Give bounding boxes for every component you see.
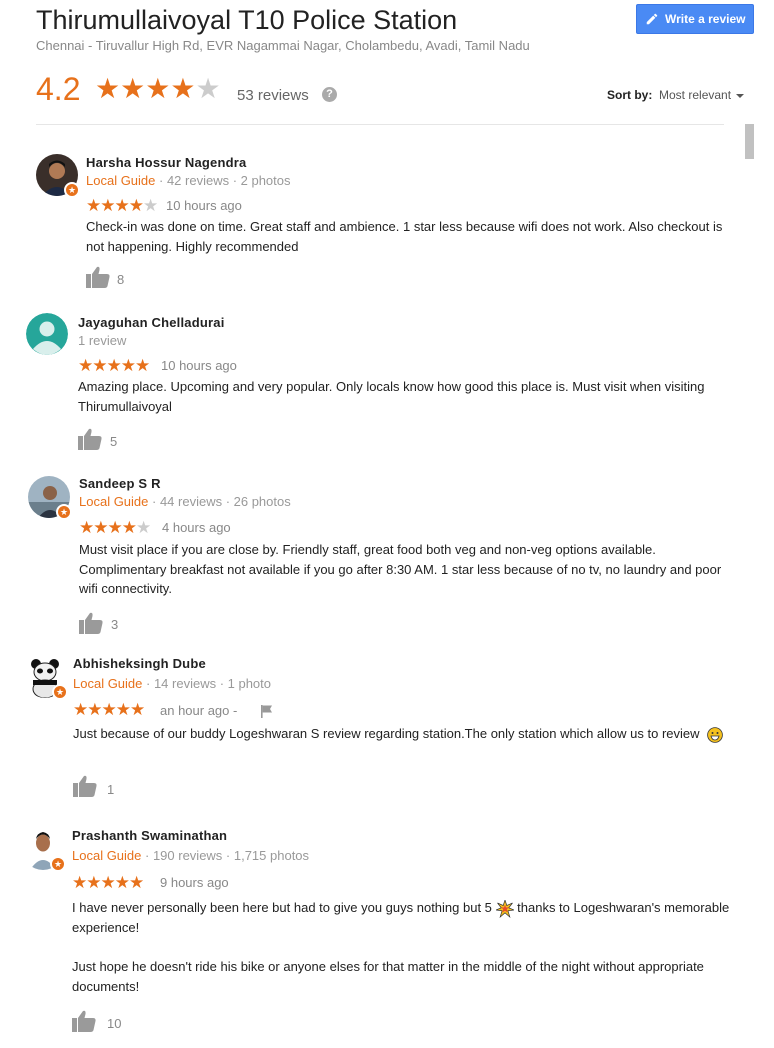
review-time: 9 hours ago xyxy=(160,875,229,890)
star-icon: ★★★★ xyxy=(86,196,144,215)
reviewer-stats: · 14 reviews · 1 photo xyxy=(142,676,272,691)
sort-by-label: Sort by: xyxy=(607,88,653,102)
review-stars: ★★★★★ xyxy=(79,518,151,537)
review-text: Just because of our buddy Logeshwaran S … xyxy=(73,724,763,744)
reviewer-stats: · 190 reviews · 1,715 photos xyxy=(141,848,310,863)
avatar[interactable]: ★ xyxy=(36,154,80,198)
star-icon: ★★★★★ xyxy=(78,356,150,375)
reviewer-name[interactable]: Prashanth Swaminathan xyxy=(72,828,227,843)
review-time: 10 hours ago xyxy=(166,198,242,213)
scrollbar-thumb[interactable] xyxy=(745,124,754,159)
local-guide-badge-icon: ★ xyxy=(50,856,66,872)
local-guide-label[interactable]: Local Guide xyxy=(72,848,141,863)
reviews-count[interactable]: 53 reviews xyxy=(237,87,309,104)
write-review-button[interactable]: Write a review xyxy=(636,4,754,34)
reviewer-meta: Local Guide · 42 reviews · 2 photos xyxy=(86,173,291,188)
local-guide-label[interactable]: Local Guide xyxy=(73,676,142,691)
review-paragraph: Just hope he doesn't ride his bike or an… xyxy=(72,959,704,994)
thumbs-up-icon[interactable] xyxy=(78,428,102,450)
star-icon: ★ xyxy=(195,73,221,104)
avatar[interactable]: ★ xyxy=(28,476,72,520)
review-text: I have never personally been here but ha… xyxy=(72,898,762,996)
grinning-emoji-icon xyxy=(706,726,723,743)
place-title: Thirumullaivoyal T10 Police Station xyxy=(36,5,458,35)
like-count: 5 xyxy=(110,434,118,449)
like-count: 3 xyxy=(111,617,119,632)
caret-down-icon xyxy=(736,93,745,98)
flag-icon[interactable] xyxy=(260,704,274,718)
review-paragraph: Amazing place. Upcoming and very popular… xyxy=(78,379,705,414)
avatar[interactable]: ★ xyxy=(24,656,68,700)
reviewer-name[interactable]: Jayaguhan Chelladurai xyxy=(78,315,225,330)
local-guide-badge-icon: ★ xyxy=(56,504,72,520)
thumbs-up-icon[interactable] xyxy=(86,266,110,288)
local-guide-badge-icon: ★ xyxy=(64,182,80,198)
star-icon: ★★★★ xyxy=(79,518,137,537)
review-paragraph: Just because of our buddy Logeshwaran S … xyxy=(73,724,763,744)
star-icon: ★ xyxy=(145,73,171,104)
reviewer-meta: Local Guide · 190 reviews · 1,715 photos xyxy=(72,848,309,863)
avatar[interactable]: ★ xyxy=(22,828,66,872)
default-person-icon xyxy=(26,313,68,355)
rating-stars: ★★★★★ xyxy=(95,74,221,104)
review-time-suffix: - xyxy=(229,703,238,718)
help-icon[interactable]: ? xyxy=(322,87,337,102)
sort-by-value: Most relevant xyxy=(659,88,732,102)
review-paragraph: Check-in was done on time. Great staff a… xyxy=(86,219,723,254)
star-icon: ★ xyxy=(142,196,158,215)
review-stars: ★★★★★ xyxy=(86,196,158,215)
avatar[interactable] xyxy=(26,313,68,355)
pencil-icon xyxy=(646,13,658,25)
reviewer-stats: · 42 reviews · 2 photos xyxy=(155,173,291,188)
reviewer-meta: Local Guide · 44 reviews · 26 photos xyxy=(79,494,291,509)
star-icon: ★★★★★ xyxy=(73,700,145,719)
review-time: 10 hours ago xyxy=(161,358,237,373)
local-guide-badge-icon: ★ xyxy=(52,684,68,700)
review-text: Check-in was done on time. Great staff a… xyxy=(86,217,726,256)
review-paragraph: Must visit place if you are close by. Fr… xyxy=(79,542,722,596)
sort-by-dropdown[interactable]: Sort by: Most relevant xyxy=(607,88,745,102)
review-time-text: an hour ago xyxy=(160,703,230,718)
like-count: 8 xyxy=(117,272,125,287)
thumbs-up-icon[interactable] xyxy=(79,612,103,634)
reviewer-stats: · 44 reviews · 26 photos xyxy=(148,494,291,509)
reviewer-name[interactable]: Abhisheksingh Dube xyxy=(73,656,206,671)
review-text: Amazing place. Upcoming and very popular… xyxy=(78,377,738,416)
place-address: Chennai - Tiruvallur High Rd, EVR Nagamm… xyxy=(36,38,530,53)
review-stars: ★★★★★ xyxy=(73,700,145,719)
star-icon: ★ xyxy=(135,518,151,537)
review-text-body: I have never personally been here but ha… xyxy=(72,900,492,915)
review-time: an hour ago - xyxy=(160,703,237,718)
review-text-body: Just because of our buddy Logeshwaran S … xyxy=(73,726,700,741)
reviewer-meta: 1 review xyxy=(78,333,127,348)
star-icon: ★★★★★ xyxy=(72,873,144,892)
review-text: Must visit place if you are close by. Fr… xyxy=(79,540,739,599)
star-icon: ★ xyxy=(95,73,121,104)
star-icon: ★ xyxy=(120,73,146,104)
write-review-label: Write a review xyxy=(665,12,746,26)
local-guide-label[interactable]: Local Guide xyxy=(79,494,148,509)
local-guide-label[interactable]: Local Guide xyxy=(86,173,155,188)
thumbs-up-icon[interactable] xyxy=(73,775,97,797)
rating-value: 4.2 xyxy=(36,71,81,107)
review-paragraph: I have never personally been here but ha… xyxy=(72,898,762,937)
like-count: 10 xyxy=(107,1016,122,1031)
review-time: 4 hours ago xyxy=(162,520,231,535)
like-count: 1 xyxy=(107,782,115,797)
collision-emoji-icon xyxy=(495,899,514,918)
reviewer-name[interactable]: Sandeep S R xyxy=(79,476,161,491)
review-stars: ★★★★★ xyxy=(72,873,144,892)
divider xyxy=(36,124,724,125)
review-stars: ★★★★★ xyxy=(78,356,150,375)
thumbs-up-icon[interactable] xyxy=(72,1010,96,1032)
reviewer-meta: Local Guide · 14 reviews · 1 photo xyxy=(73,676,271,691)
reviewer-name[interactable]: Harsha Hossur Nagendra xyxy=(86,155,246,170)
star-icon: ★ xyxy=(170,73,196,104)
